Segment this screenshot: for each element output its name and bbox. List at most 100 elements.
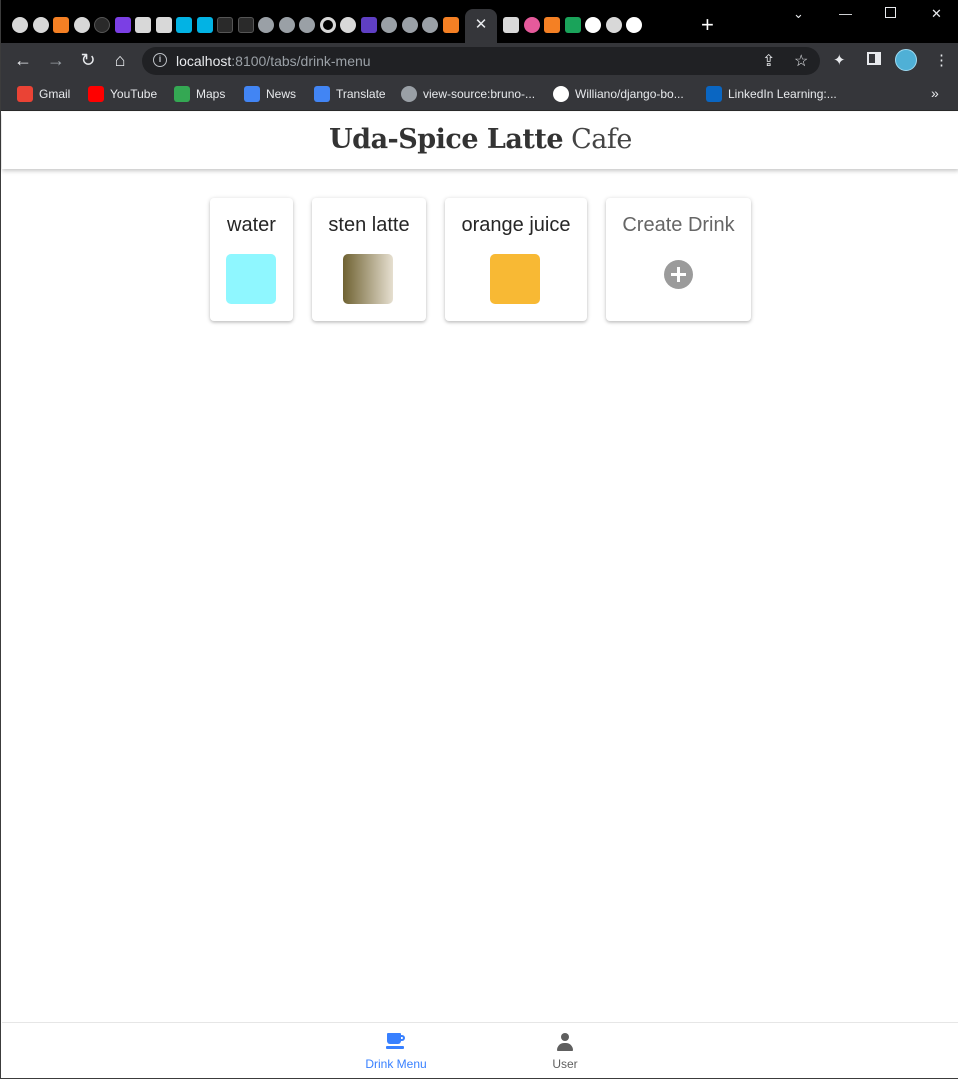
address-url[interactable]: localhost:8100/tabs/drink-menu [176, 53, 371, 69]
tab-label: User [552, 1057, 578, 1071]
lightning-icon [360, 17, 377, 33]
profile-avatar[interactable] [895, 49, 917, 71]
maps-icon [174, 86, 190, 102]
browser-tab[interactable] [379, 9, 400, 43]
youtube-icon [88, 86, 104, 102]
bookmark-label: Translate [336, 87, 386, 101]
browser-tab[interactable] [133, 9, 154, 43]
browser-tab[interactable] [297, 9, 318, 43]
translate-icon [314, 86, 330, 102]
shield-icon [135, 17, 152, 33]
add-circle-icon[interactable] [664, 260, 693, 289]
bookmark-label: News [266, 87, 297, 101]
udacity-icon [196, 17, 213, 33]
shield-icon [503, 17, 520, 33]
browser-tab[interactable] [215, 9, 236, 43]
browser-tab[interactable] [256, 9, 277, 43]
bottom-tab-bar: Drink Menu User [2, 1022, 958, 1078]
bookmark-gmail[interactable]: Gmail [17, 86, 70, 102]
close-window-icon[interactable]: ✕ [931, 6, 942, 22]
bookmark-linkedin-learning[interactable]: LinkedIn Learning:... [706, 86, 837, 102]
browser-tab[interactable] [359, 9, 380, 43]
bookmark-label: Maps [196, 87, 226, 101]
browser-tabs: ✕ [10, 9, 645, 43]
bookmark-maps[interactable]: Maps [174, 86, 225, 102]
more-bookmarks-icon[interactable]: » [931, 85, 939, 101]
browser-tab[interactable] [604, 9, 625, 43]
globe-icon [401, 17, 418, 33]
drink-name: water [227, 214, 276, 236]
bookmark-view-source[interactable]: view-source:bruno-... [401, 86, 535, 102]
tab-search-icon[interactable]: ⌄ [793, 6, 804, 22]
drink-card-water[interactable]: water [210, 198, 293, 321]
github-icon [32, 17, 49, 33]
browser-toolbar: ← → ↻ ⌂ i localhost:8100/tabs/drink-menu… [1, 43, 958, 79]
browser-tab[interactable] [563, 9, 584, 43]
bookmark-github-repo[interactable]: Williano/django-bo... [553, 86, 684, 102]
browser-tab-active[interactable]: ✕ [465, 9, 497, 43]
browser-tab[interactable] [113, 9, 134, 43]
app-header: Uda-Spice Latte Cafe [2, 112, 958, 169]
browser-tab[interactable] [420, 9, 441, 43]
address-bar[interactable]: i localhost:8100/tabs/drink-menu ⇪ ☆ [142, 47, 820, 75]
drink-card-orange-juice[interactable]: orange juice [445, 198, 587, 321]
browser-tab[interactable] [400, 9, 421, 43]
browser-tab[interactable] [92, 9, 113, 43]
menu-icon[interactable]: ⋮ [934, 51, 949, 69]
browser-tab[interactable] [318, 9, 339, 43]
browser-tab[interactable] [583, 9, 604, 43]
address-path: :8100/tabs/drink-menu [231, 53, 371, 69]
bookmark-news[interactable]: News [244, 86, 296, 102]
home-icon[interactable]: ⌂ [109, 49, 131, 71]
close-tab-icon[interactable]: ✕ [475, 17, 488, 43]
stackoverflow-icon [544, 17, 561, 33]
share-icon[interactable]: ⇪ [762, 51, 775, 71]
shield-icon [237, 17, 254, 33]
github-icon [553, 86, 569, 102]
create-drink-card[interactable]: Create Drink [606, 198, 751, 321]
browser-tab[interactable] [31, 9, 52, 43]
google-icon [626, 17, 643, 33]
side-panel-icon[interactable] [867, 52, 881, 65]
reload-icon[interactable]: ↻ [77, 49, 99, 71]
google-icon [585, 17, 602, 33]
maximize-icon[interactable] [885, 7, 896, 18]
browser-tab[interactable] [522, 9, 543, 43]
browser-tab[interactable] [154, 9, 175, 43]
drink-swatch [343, 254, 393, 304]
site-info-icon[interactable]: i [153, 53, 167, 67]
tab-user[interactable]: User [520, 1033, 610, 1071]
browser-tab[interactable] [542, 9, 563, 43]
browser-tab[interactable] [51, 9, 72, 43]
create-drink-label: Create Drink [622, 214, 735, 236]
circle-icon [94, 17, 111, 33]
browser-tab[interactable] [72, 9, 93, 43]
browser-tab[interactable] [501, 9, 522, 43]
browser-tab[interactable] [277, 9, 298, 43]
browser-tab[interactable] [10, 9, 31, 43]
github-icon [340, 17, 357, 33]
extensions-icon[interactable]: ✦ [833, 51, 846, 69]
browser-tab[interactable] [441, 9, 462, 43]
browser-tab[interactable] [195, 9, 216, 43]
back-icon[interactable]: ← [12, 49, 34, 71]
address-host: localhost [176, 53, 232, 69]
drink-card-sten-latte[interactable]: sten latte [312, 198, 426, 321]
browser-tab[interactable] [338, 9, 359, 43]
target-icon [319, 17, 336, 33]
new-tab-icon[interactable]: + [701, 14, 714, 36]
minimize-icon[interactable]: — [839, 6, 852, 21]
news-icon [244, 86, 260, 102]
globe-icon [381, 17, 398, 33]
browser-window: ✕ + ⌄ — ✕ ← → ↻ ⌂ i localhost:8100/tabs/… [0, 0, 958, 1079]
forward-icon[interactable]: → [45, 49, 67, 71]
browser-tab[interactable] [624, 9, 645, 43]
browser-tab[interactable] [174, 9, 195, 43]
bookmark-translate[interactable]: Translate [314, 86, 386, 102]
linkedin-learning-icon [706, 86, 722, 102]
browser-tab[interactable] [236, 9, 257, 43]
bookmark-youtube[interactable]: YouTube [88, 86, 157, 102]
bookmark-star-icon[interactable]: ☆ [794, 51, 808, 71]
cafe-icon [386, 1033, 406, 1051]
tab-drink-menu[interactable]: Drink Menu [351, 1033, 441, 1071]
